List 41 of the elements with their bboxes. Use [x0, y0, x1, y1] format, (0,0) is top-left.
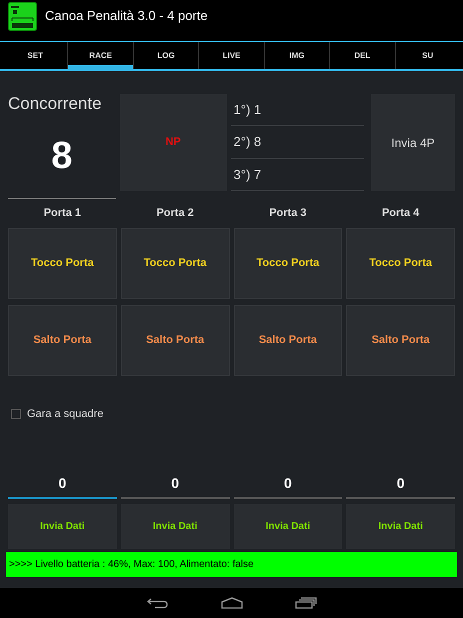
- logo-icon: [8, 2, 37, 30]
- gate-label: Porta 3: [268, 206, 308, 221]
- gate-label: Porta 2: [155, 206, 195, 221]
- checkbox[interactable]: [11, 409, 21, 419]
- penalty-field[interactable]: 0: [8, 469, 117, 499]
- tab[interactable]: RACE: [67, 42, 133, 69]
- competitor-label: Concorrente: [8, 94, 103, 114]
- send-4p-button[interactable]: Invia 4P: [370, 94, 455, 191]
- penalty-field[interactable]: 0: [234, 469, 342, 499]
- gate-label: Porta 4: [380, 206, 420, 221]
- jump-gate-button[interactable]: Salto Porta: [234, 305, 342, 376]
- send-data-button[interactable]: Invia Dati: [120, 504, 230, 549]
- window-title: Canoa Penalità 3.0 - 4 porte: [45, 7, 208, 26]
- jump-gate-button[interactable]: Salto Porta: [346, 305, 455, 376]
- jump-gate-button[interactable]: Salto Porta: [8, 305, 117, 376]
- ranking-row: 3°) 7: [230, 158, 364, 191]
- home-icon[interactable]: [220, 597, 242, 609]
- recent-apps-icon[interactable]: [294, 597, 316, 609]
- competitor-field[interactable]: 8: [8, 114, 116, 199]
- back-icon[interactable]: [146, 597, 168, 609]
- penalty-field[interactable]: 0: [120, 469, 230, 499]
- ranking-row: 1°) 1: [230, 94, 364, 126]
- status-text: >>>> Livello batteria : 46%, Max: 100, Alimentato: false: [9, 558, 254, 572]
- ranking-row: 2°) 8: [230, 126, 364, 159]
- checkbox-label: Gara a squadre: [27, 406, 104, 422]
- gate-label: Porta 1: [42, 206, 82, 221]
- touch-gate-button[interactable]: Tocco Porta: [346, 228, 455, 299]
- touch-gate-button[interactable]: Tocco Porta: [234, 228, 342, 299]
- tab[interactable]: SET: [3, 42, 68, 69]
- touch-gate-button[interactable]: Tocco Porta: [8, 228, 117, 299]
- penalty-field[interactable]: 0: [346, 469, 455, 499]
- tab[interactable]: SU: [394, 42, 460, 69]
- tab[interactable]: DEL: [329, 42, 395, 69]
- tab[interactable]: LIVE: [198, 42, 264, 69]
- jump-gate-button[interactable]: Salto Porta: [120, 305, 230, 376]
- send-data-button[interactable]: Invia Dati: [8, 504, 117, 549]
- tab[interactable]: LOG: [132, 42, 198, 69]
- send-data-button[interactable]: Invia Dati: [234, 504, 342, 549]
- touch-gate-button[interactable]: Tocco Porta: [120, 228, 230, 299]
- tab[interactable]: IMG: [264, 42, 330, 69]
- send-data-button[interactable]: Invia Dati: [346, 504, 455, 549]
